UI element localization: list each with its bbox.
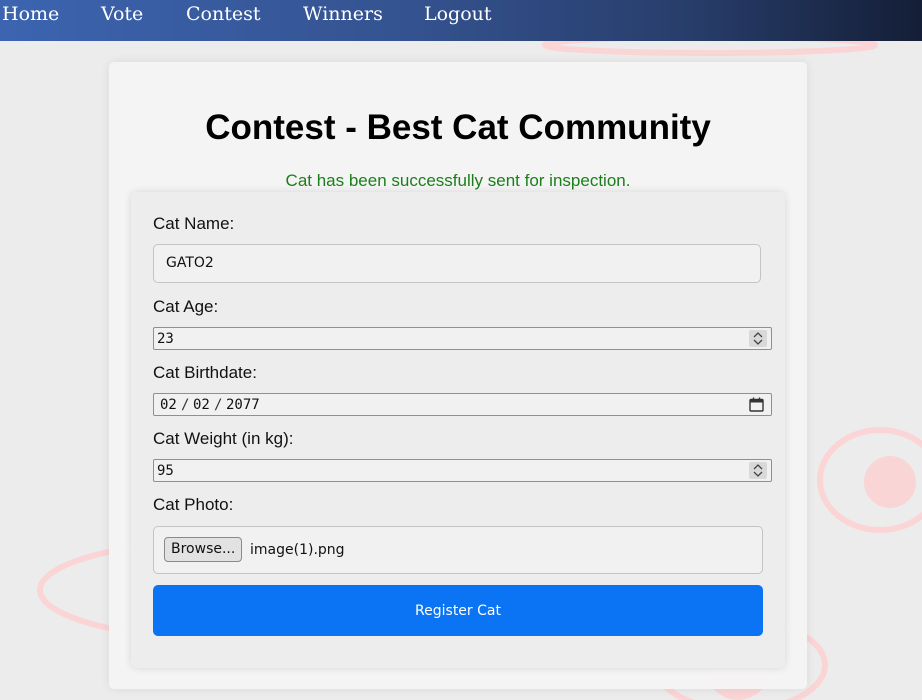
nav-link-home[interactable]: Home: [2, 2, 59, 26]
birthdate-separator: /: [214, 397, 223, 413]
cat-age-label: Cat Age:: [153, 297, 219, 316]
success-message: Cat has been successfully sent for inspe…: [285, 171, 631, 190]
cat-age-spinner[interactable]: [749, 330, 767, 347]
birthdate-year[interactable]: 2077: [226, 396, 260, 414]
cat-name-label: Cat Name:: [153, 214, 235, 233]
cat-age-input[interactable]: 23: [153, 327, 772, 350]
cat-birthdate-input[interactable]: 02 / 02 / 2077: [153, 393, 772, 416]
birthdate-day[interactable]: 02: [193, 396, 210, 414]
cat-weight-spinner[interactable]: [749, 462, 767, 479]
cat-age-value: 23: [157, 331, 174, 347]
cat-name-input[interactable]: [153, 244, 761, 283]
spinner-arrows-icon: [753, 332, 763, 345]
selected-file-name: image(1).png: [250, 542, 345, 558]
cat-weight-label: Cat Weight (in kg):: [153, 429, 294, 448]
nav-link-logout[interactable]: Logout: [424, 2, 492, 26]
cat-birthdate-label: Cat Birthdate:: [153, 363, 257, 382]
cat-weight-input[interactable]: 95: [153, 459, 772, 482]
nav-link-vote[interactable]: Vote: [101, 2, 143, 26]
nav-link-winners[interactable]: Winners: [303, 2, 383, 26]
cat-photo-file-input[interactable]: Browse... image(1).png: [153, 526, 763, 574]
spinner-arrows-icon: [753, 464, 763, 477]
page-title: Contest - Best Cat Community: [205, 108, 711, 147]
nav-link-contest[interactable]: Contest: [186, 2, 260, 26]
birthdate-separator: /: [181, 397, 190, 413]
cat-weight-value: 95: [157, 463, 174, 479]
main-container: Contest - Best Cat Community Cat has bee…: [109, 62, 807, 689]
browse-button[interactable]: Browse...: [164, 537, 243, 562]
birthdate-month[interactable]: 02: [160, 396, 177, 414]
top-navbar: Home Vote Contest Winners Logout: [0, 0, 922, 41]
calendar-icon[interactable]: [749, 397, 764, 412]
register-cat-button[interactable]: Register Cat: [153, 585, 763, 636]
cat-photo-label: Cat Photo:: [153, 495, 234, 514]
register-cat-form: Cat Name: Cat Age: 23 Cat Birthdate: 02 …: [131, 192, 785, 668]
